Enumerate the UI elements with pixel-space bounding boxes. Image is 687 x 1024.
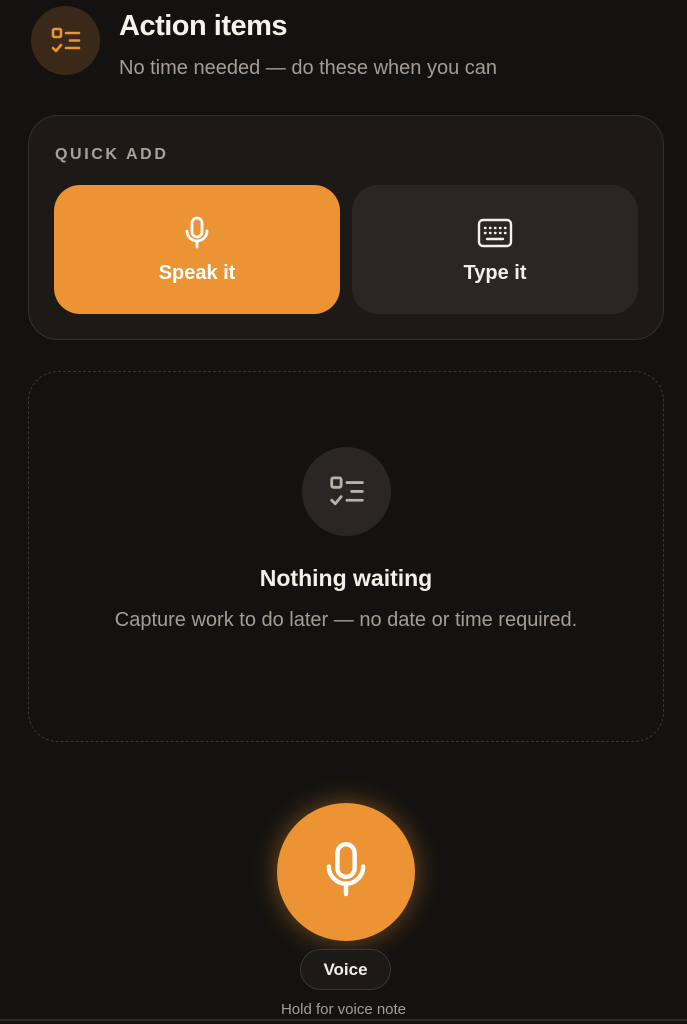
action-items-screen: Action items No time needed — do these w…: [0, 0, 687, 1024]
page-subtitle: No time needed — do these when you can: [119, 57, 498, 79]
voice-hint-text: Hold for voice note: [280, 1001, 407, 1018]
microphone-icon: [183, 214, 211, 252]
quick-add-label: QUICK ADD: [55, 146, 169, 163]
page-title: Action items: [119, 10, 288, 42]
keyboard-icon: [477, 214, 513, 252]
checklist-icon: [302, 447, 391, 536]
type-it-label: Type it: [463, 262, 527, 284]
empty-state-card: Nothing waiting Capture work to do later…: [28, 371, 664, 742]
checklist-icon: [31, 6, 100, 75]
empty-state-title: Nothing waiting: [259, 565, 433, 591]
speak-it-label: Speak it: [158, 262, 236, 284]
type-it-button[interactable]: Type it: [352, 185, 638, 314]
speak-it-button[interactable]: Speak it: [54, 185, 340, 314]
voice-label-pill: Voice: [300, 949, 391, 990]
microphone-icon: [322, 839, 370, 906]
voice-record-button[interactable]: [277, 803, 415, 941]
bottom-divider: [0, 1019, 687, 1021]
empty-state-text: Capture work to do later — no date or ti…: [114, 609, 578, 631]
quick-add-card: QUICK ADD Speak it Type it: [28, 115, 664, 340]
